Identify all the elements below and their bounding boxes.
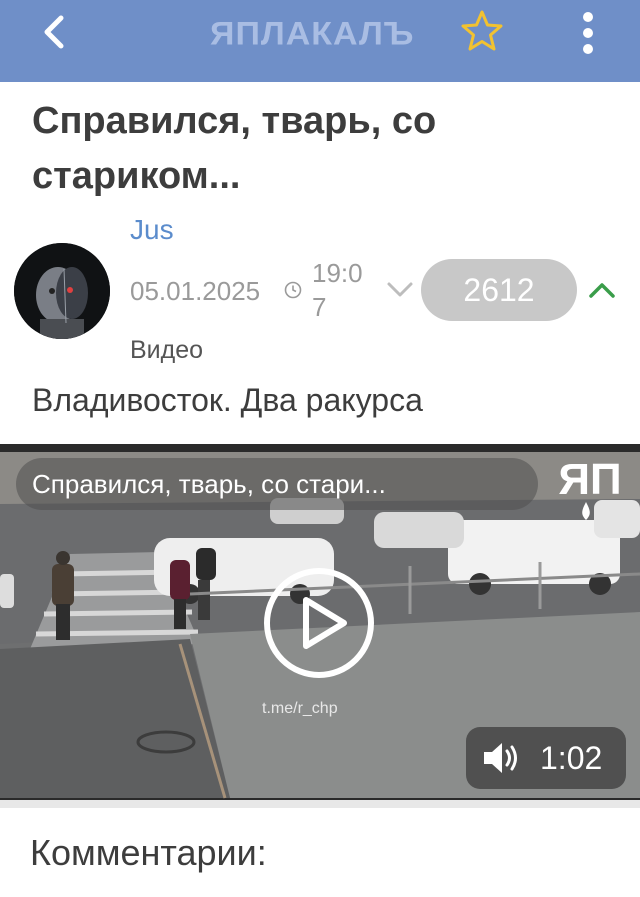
author-name-link[interactable]: Jus bbox=[130, 214, 174, 246]
avatar-image bbox=[14, 243, 110, 339]
video-channel-logo: ЯП bbox=[552, 454, 628, 524]
favorite-button[interactable] bbox=[456, 8, 508, 54]
video-title: Справился, тварь, со стари... bbox=[16, 458, 538, 510]
post-time: 19:07 bbox=[312, 258, 363, 322]
upvote-button[interactable] bbox=[582, 272, 622, 308]
post-date: 05.01.2025 bbox=[130, 276, 261, 306]
speaker-icon bbox=[484, 743, 517, 773]
post-type-label: Видео bbox=[130, 336, 204, 364]
chevron-down-icon bbox=[387, 282, 413, 297]
star-outline-icon bbox=[461, 10, 503, 51]
site-logo[interactable]: ЯПЛАКАЛЪ bbox=[210, 14, 430, 54]
overflow-menu-button[interactable] bbox=[568, 8, 608, 58]
author-avatar[interactable] bbox=[14, 243, 110, 339]
video-player[interactable]: Справился, тварь, со стари... ЯП t.me/r_… bbox=[0, 444, 640, 804]
yap-logo-icon: ЯП bbox=[558, 455, 622, 520]
post-title: Справился, тварь, со стариком... bbox=[32, 100, 437, 197]
site-logo-text: ЯПЛАКАЛЪ bbox=[210, 15, 415, 52]
comments-heading: Комментарии: bbox=[30, 832, 267, 873]
video-watermark: t.me/r_chp bbox=[262, 700, 338, 717]
clock-icon bbox=[284, 281, 302, 299]
vertical-dots-icon bbox=[583, 12, 593, 54]
video-duration: 1:02 bbox=[540, 739, 603, 776]
video-duration-badge[interactable]: 1:02 bbox=[466, 727, 626, 789]
top-app-bar: ЯПЛАКАЛЪ bbox=[0, 0, 640, 82]
video-logo-text: ЯП bbox=[558, 455, 621, 504]
play-icon[interactable] bbox=[262, 566, 376, 680]
downvote-button[interactable] bbox=[380, 272, 420, 308]
chevron-up-icon bbox=[589, 283, 615, 298]
chevron-left-icon bbox=[44, 15, 64, 49]
back-button[interactable] bbox=[30, 12, 78, 52]
rating-badge: 2612 bbox=[421, 259, 577, 321]
post-body-text: Владивосток. Два ракурса bbox=[32, 382, 423, 418]
divider bbox=[0, 800, 640, 808]
